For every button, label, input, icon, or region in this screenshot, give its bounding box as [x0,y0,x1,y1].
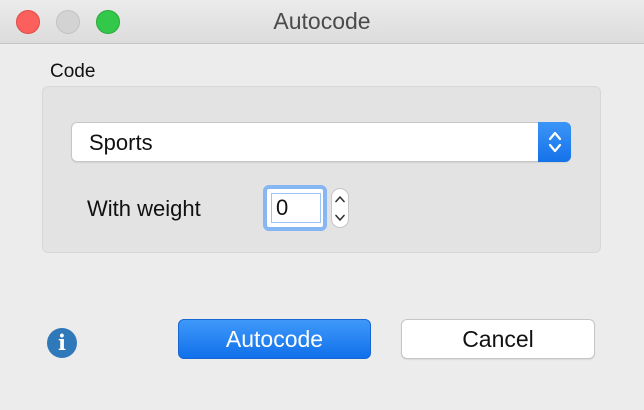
autocode-button[interactable]: Autocode [178,319,371,359]
weight-field-focus-ring [263,185,327,231]
autocode-dialog: Autocode Code Sports With weight i Autoc… [0,0,644,410]
info-icon[interactable]: i [47,328,77,358]
weight-stepper[interactable] [331,188,349,228]
weight-input[interactable] [271,193,321,223]
weight-label: With weight [87,196,201,221]
stepper-down-button[interactable] [332,208,348,227]
stepper-up-button[interactable] [332,189,348,208]
title-bar: Autocode [0,0,644,44]
code-select[interactable]: Sports [71,122,571,162]
chevron-down-icon [335,214,345,221]
cancel-button[interactable]: Cancel [401,319,595,359]
window-title: Autocode [273,8,371,34]
code-group-label: Code [50,61,96,82]
chevron-up-down-icon[interactable] [538,122,571,162]
code-select-value: Sports [89,130,153,155]
chevron-up-icon [335,195,345,202]
